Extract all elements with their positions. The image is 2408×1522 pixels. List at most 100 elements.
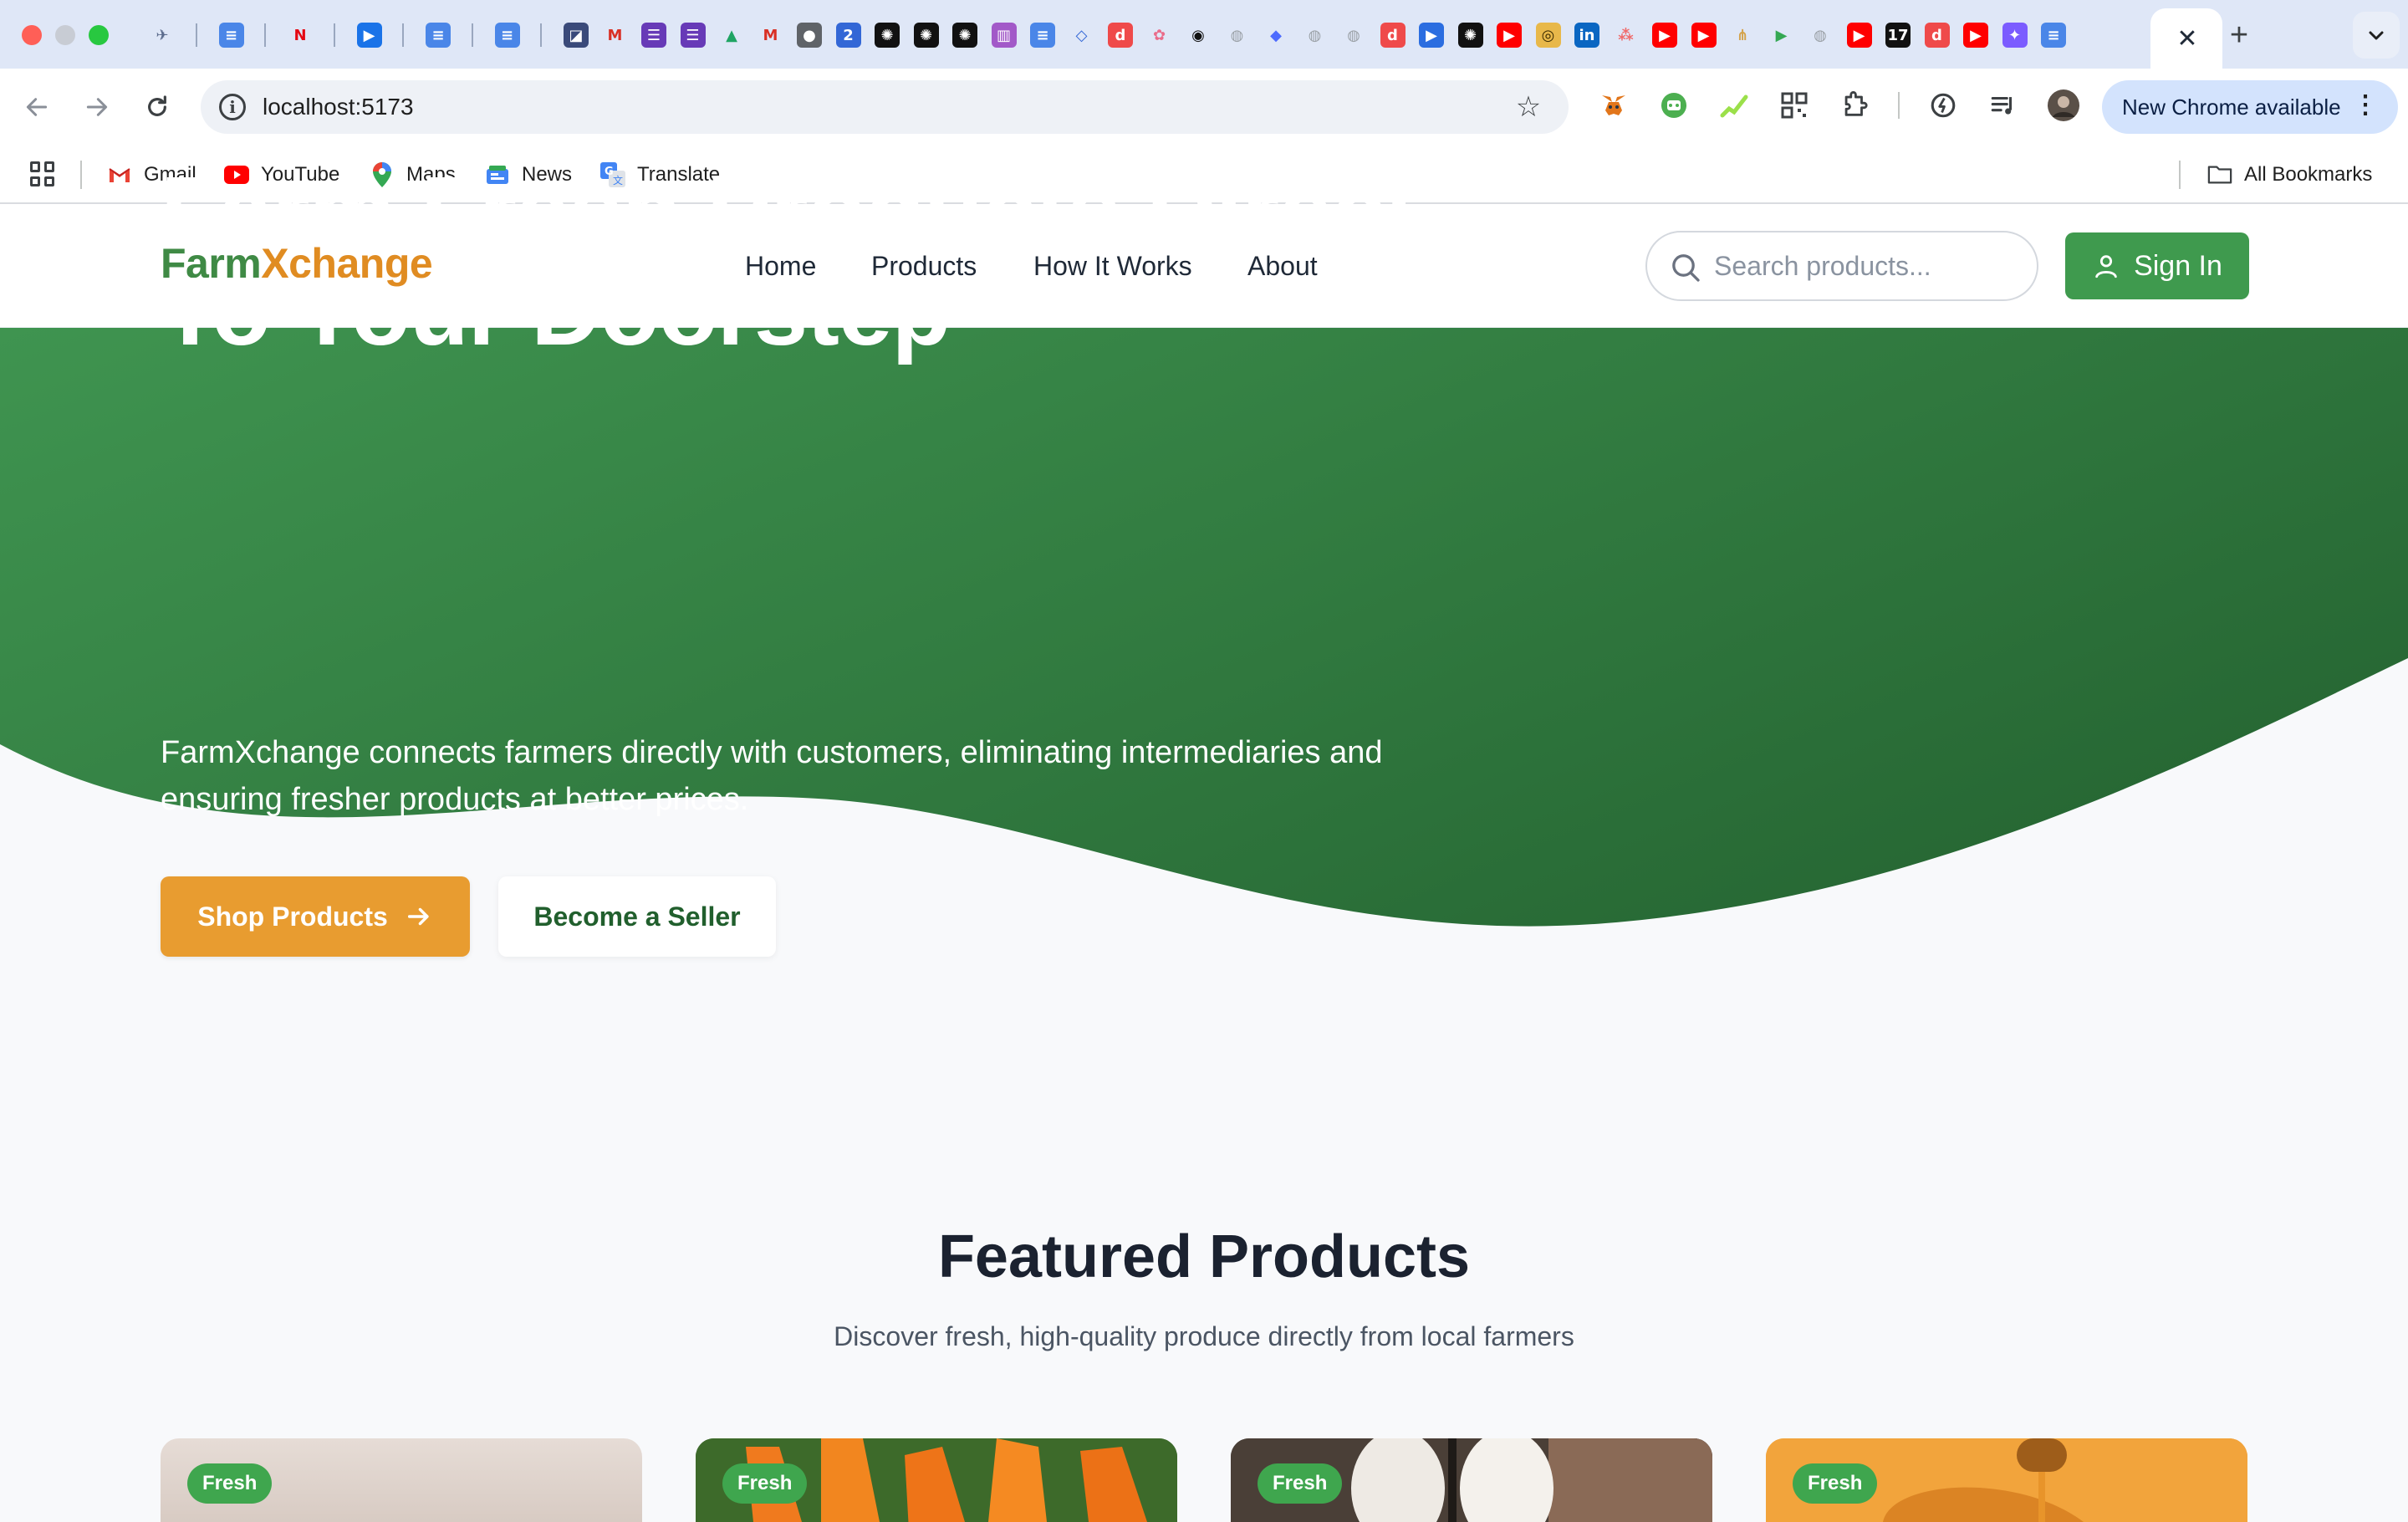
tab-app-icon[interactable]: ◎ bbox=[1530, 17, 1567, 54]
active-tab[interactable]: ✕ bbox=[2150, 8, 2222, 69]
tab-youtube-icon[interactable]: ▶ bbox=[1686, 17, 1722, 54]
product-card[interactable]: Fresh bbox=[1231, 1438, 1712, 1522]
linkedin-icon: in bbox=[1574, 23, 1599, 48]
tab-gmail-icon[interactable]: M bbox=[597, 17, 634, 54]
minimize-window-button[interactable] bbox=[55, 25, 75, 45]
reload-button[interactable] bbox=[137, 87, 177, 127]
tab-netflix-icon[interactable]: N bbox=[282, 17, 319, 54]
tab-pinwheel-icon[interactable]: ✿ bbox=[1141, 17, 1178, 54]
more-menu-icon[interactable]: ⋮ bbox=[2353, 90, 2378, 120]
tab-github-icon[interactable]: ◉ bbox=[1180, 17, 1217, 54]
close-window-button[interactable] bbox=[22, 25, 42, 45]
tab-podcast-icon[interactable]: ✦ bbox=[1997, 17, 2033, 54]
extensions-puzzle-icon[interactable] bbox=[1836, 87, 1873, 124]
tab-asana-icon[interactable]: ⁂ bbox=[1608, 17, 1645, 54]
tab-forms-icon[interactable]: ☰ bbox=[675, 17, 712, 54]
tab-separator bbox=[539, 17, 543, 54]
tab-drive-icon[interactable]: ▲ bbox=[713, 17, 750, 54]
openai-icon: ✺ bbox=[913, 23, 939, 48]
close-tab-icon[interactable]: ✕ bbox=[2171, 22, 2204, 55]
hero-section bbox=[0, 328, 2408, 963]
tab-openai-icon[interactable]: ✺ bbox=[908, 17, 945, 54]
media-controls-icon[interactable] bbox=[1985, 87, 2022, 124]
chart-extension-icon[interactable] bbox=[1716, 87, 1752, 124]
new-tab-button[interactable]: + bbox=[2221, 17, 2258, 54]
all-bookmarks-button[interactable]: All Bookmarks bbox=[2207, 159, 2372, 191]
tab-grass-icon[interactable]: ⋔ bbox=[1724, 17, 1761, 54]
tab-google-docs-icon[interactable]: ≡ bbox=[489, 17, 526, 54]
tab-deepseek-icon[interactable]: ◆ bbox=[1258, 17, 1294, 54]
tab-separator bbox=[263, 17, 267, 54]
qr-code-extension-icon[interactable] bbox=[1776, 87, 1813, 124]
tab-openai-icon[interactable]: ✺ bbox=[946, 17, 983, 54]
youtube-icon: ▶ bbox=[1497, 23, 1522, 48]
tab-youtube-icon[interactable]: ▶ bbox=[1646, 17, 1683, 54]
tab-figma-jam-icon[interactable]: ◇ bbox=[1064, 17, 1100, 54]
product-card[interactable]: Fresh bbox=[161, 1438, 642, 1522]
globe-icon: ◍ bbox=[1341, 23, 1366, 48]
bookmarks-divider bbox=[80, 161, 82, 189]
tab-clapper-icon[interactable]: ◪ bbox=[558, 17, 594, 54]
new-chrome-available-button[interactable]: New Chrome available ⋮ bbox=[2102, 80, 2398, 134]
profile-avatar[interactable] bbox=[2045, 87, 2082, 124]
all-bookmarks-label: All Bookmarks bbox=[2244, 163, 2373, 186]
tab-meet-icon[interactable]: ▶ bbox=[1413, 17, 1450, 54]
tab-linkedin-icon[interactable]: in bbox=[1569, 17, 1605, 54]
tab-globe-icon[interactable]: ◍ bbox=[1335, 17, 1372, 54]
tab-trello-icon[interactable]: ▥ bbox=[986, 17, 1023, 54]
play-store-icon: ▶ bbox=[1768, 23, 1794, 48]
forward-button[interactable] bbox=[77, 87, 117, 127]
gmail-icon bbox=[107, 162, 132, 187]
metamask-extension-icon[interactable] bbox=[1595, 87, 1632, 124]
google-docs-icon: ≡ bbox=[1030, 23, 1055, 48]
tab-d-icon[interactable]: d bbox=[1102, 17, 1139, 54]
robot-extension-icon[interactable] bbox=[1656, 87, 1692, 124]
tab-rubberduck-icon[interactable]: ● bbox=[791, 17, 828, 54]
product-card[interactable]: Fresh bbox=[1766, 1438, 2247, 1522]
search-input[interactable]: Search products... bbox=[1645, 231, 2038, 301]
sign-in-label: Sign In bbox=[2134, 249, 2222, 282]
become-seller-button[interactable]: Become a Seller bbox=[498, 876, 776, 957]
bookmark-star-icon[interactable]: ☆ bbox=[1512, 90, 1545, 124]
tab-globe-icon[interactable]: ◍ bbox=[1219, 17, 1256, 54]
shop-products-button[interactable]: Shop Products bbox=[161, 876, 470, 957]
site-info-icon[interactable] bbox=[219, 94, 246, 120]
youtube-icon: ▶ bbox=[1652, 23, 1677, 48]
tab-search-button[interactable] bbox=[2353, 12, 2400, 59]
tab-d-icon[interactable]: d bbox=[1919, 17, 1956, 54]
netflix-icon: N bbox=[288, 23, 313, 48]
tab-globe-icon[interactable]: ◍ bbox=[1802, 17, 1839, 54]
tab-google-docs-icon[interactable]: ≡ bbox=[420, 17, 457, 54]
performance-icon[interactable] bbox=[1925, 87, 1962, 124]
arrow-right-icon bbox=[86, 98, 108, 116]
tab-d-icon[interactable]: d bbox=[1375, 17, 1411, 54]
tab-google-docs-icon[interactable]: ≡ bbox=[2035, 17, 2072, 54]
tab-forms-icon[interactable]: ☰ bbox=[635, 17, 672, 54]
tab-google-docs-icon[interactable]: ≡ bbox=[213, 17, 250, 54]
tab-plane-icon[interactable]: ✈ bbox=[144, 17, 181, 54]
address-url[interactable]: localhost:5173 bbox=[263, 80, 414, 134]
hero-background bbox=[0, 328, 2408, 927]
tab-youtube-icon[interactable]: ▶ bbox=[1957, 17, 1994, 54]
tab-badge-icon[interactable]: 2 bbox=[830, 17, 867, 54]
tab-play-icon[interactable]: ▶ bbox=[351, 17, 388, 54]
tab-youtube-icon[interactable]: ▶ bbox=[1491, 17, 1528, 54]
tab-google-docs-icon[interactable]: ≡ bbox=[1024, 17, 1061, 54]
apps-grid-icon[interactable] bbox=[30, 161, 55, 186]
tab-openai-icon[interactable]: ✺ bbox=[1452, 17, 1489, 54]
search-icon bbox=[1672, 254, 1700, 282]
tab-play-store-icon[interactable]: ▶ bbox=[1763, 17, 1800, 54]
fresh-badge: Fresh bbox=[187, 1463, 273, 1504]
tab-openai-icon[interactable]: ✺ bbox=[869, 17, 906, 54]
back-button[interactable] bbox=[17, 87, 57, 127]
tab-gmail-icon[interactable]: M bbox=[752, 17, 789, 54]
sign-in-button[interactable]: Sign In bbox=[2065, 232, 2249, 299]
tab-youtube-icon[interactable]: ▶ bbox=[1841, 17, 1878, 54]
tab-seventeen-icon[interactable]: 17 bbox=[1880, 17, 1916, 54]
plane-icon: ✈ bbox=[150, 23, 175, 48]
product-card[interactable]: Fresh bbox=[696, 1438, 1177, 1522]
tab-globe-icon[interactable]: ◍ bbox=[1297, 17, 1334, 54]
maximize-window-button[interactable] bbox=[89, 25, 109, 45]
folder-icon bbox=[2207, 162, 2232, 187]
address-bar[interactable]: localhost:5173 ☆ bbox=[201, 80, 1569, 134]
